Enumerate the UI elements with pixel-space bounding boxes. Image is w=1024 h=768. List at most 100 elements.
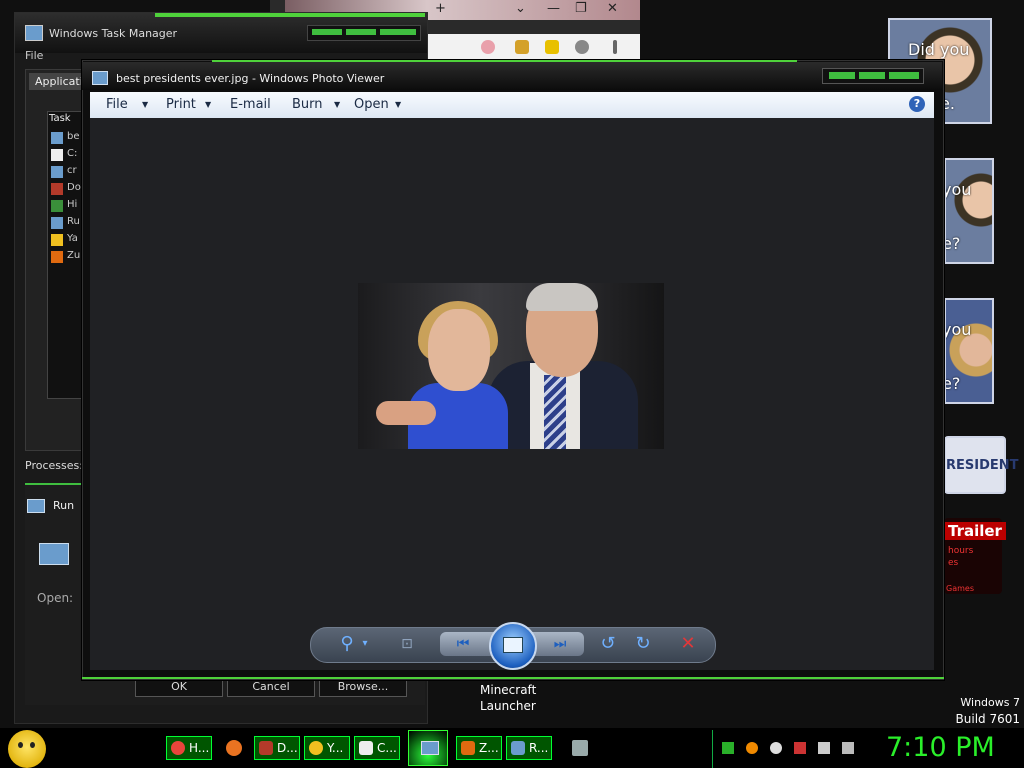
photo-viewer-menubar: File ▼ Print ▼ E-mail Burn ▼ Open ▼ (90, 92, 934, 119)
taskbar-item-firefox[interactable] (222, 736, 246, 760)
taskbar-item-7zip[interactable]: C... (354, 736, 400, 760)
chevron-down-icon[interactable]: ▼ (334, 100, 340, 109)
taskbar-item-yahoo[interactable]: Y... (304, 736, 350, 760)
start-button[interactable] (8, 730, 46, 768)
search-icon[interactable] (746, 742, 758, 754)
new-tab-icon[interactable]: + (435, 1, 446, 16)
taskbar-label: C... (377, 741, 397, 755)
chevron-down-icon[interactable]: ▼ (142, 100, 148, 109)
bookmark-icon[interactable] (545, 40, 559, 54)
task-label: C: (67, 148, 78, 159)
restore-icon[interactable]: ❐ (575, 1, 587, 16)
run-title: Run (53, 499, 75, 512)
next-icon[interactable]: ⏭ (551, 636, 569, 652)
taskbar-item-monitor[interactable] (568, 736, 592, 760)
taskbar-item-photo-viewer[interactable] (408, 730, 448, 766)
taskbar-label: R... (529, 741, 549, 755)
trailer-ad[interactable]: Trailer hours es Games (944, 518, 1006, 594)
extension-icon[interactable] (515, 40, 529, 54)
taskbar-item-document[interactable]: D... (254, 736, 300, 760)
taskbar-item-run[interactable]: R... (506, 736, 552, 760)
task-icon (51, 217, 63, 229)
icon-label-line1: Minecraft (480, 683, 537, 697)
displayed-photo[interactable] (358, 283, 664, 449)
profile-icon[interactable] (575, 40, 589, 54)
menu-print[interactable]: Print (166, 97, 196, 112)
caption-buttons[interactable] (822, 68, 924, 84)
menu-file[interactable]: File (106, 97, 128, 112)
close-button[interactable] (889, 72, 919, 79)
task-label: cr (67, 165, 77, 176)
game-icon (461, 741, 475, 755)
task-label: Ru (67, 216, 80, 227)
taskbar-item-chrome[interactable]: H... (166, 736, 212, 760)
president-banner[interactable]: RESIDENT (944, 436, 1019, 494)
maximize-button[interactable] (859, 72, 885, 79)
rotate-clockwise-icon[interactable]: ↻ (634, 635, 652, 653)
task-label: Hi (67, 199, 78, 210)
chevron-down-icon[interactable]: ▼ (205, 100, 211, 109)
browse-button[interactable]: Browse... (319, 679, 407, 697)
trailer-line3: Games (946, 584, 974, 593)
taskbar-item-zuma[interactable]: Z... (456, 736, 502, 760)
minimize-icon[interactable]: — (547, 1, 560, 16)
side-card-3[interactable]: you e? (944, 298, 994, 404)
version-line1: Windows 7 (960, 696, 1020, 709)
trailer-line1: hours (948, 546, 974, 556)
task-icon (51, 132, 63, 144)
fit-to-window-icon[interactable]: ⊡ (398, 636, 416, 652)
slideshow-button[interactable] (489, 622, 537, 670)
tab-list-icon[interactable]: ⌄ (515, 1, 526, 16)
menu-icon[interactable] (613, 40, 617, 54)
ok-button[interactable]: OK (135, 679, 223, 697)
photo-viewer-icon (421, 741, 439, 755)
task-icon (51, 166, 63, 178)
banner-text: RESIDENT (946, 458, 1019, 473)
menu-file[interactable]: File (25, 49, 43, 62)
desktop-icon-minecraft-launcher[interactable]: Minecraft Launcher (480, 682, 536, 714)
task-manager-caption-buttons[interactable] (307, 25, 421, 41)
monitor-icon (572, 740, 588, 756)
cancel-button[interactable]: Cancel (227, 679, 315, 697)
clock[interactable]: 7:10 PM (886, 732, 995, 763)
zoom-dropdown-icon[interactable]: ▾ (356, 636, 374, 652)
previous-icon[interactable]: ⏮ (454, 636, 472, 652)
run-icon (27, 499, 45, 513)
taskbar-label: Z... (479, 741, 499, 755)
flag-icon[interactable] (481, 40, 495, 54)
task-icon (51, 251, 63, 263)
volume-icon[interactable] (842, 742, 854, 754)
green-square-icon[interactable] (722, 742, 734, 754)
chevron-down-icon[interactable]: ▼ (395, 100, 401, 109)
menu-burn[interactable]: Burn (292, 97, 323, 112)
smiley-icon[interactable] (770, 742, 782, 754)
task-manager-title: Windows Task Manager (49, 27, 178, 40)
icon-label-line2: Launcher (480, 699, 536, 713)
task-label: Zu (67, 250, 81, 261)
side-card-2[interactable]: you e? (944, 158, 994, 264)
task-icon (51, 200, 63, 212)
help-icon[interactable]: ? (909, 96, 925, 112)
archive-icon (359, 741, 373, 755)
task-column-header[interactable]: Task (49, 113, 71, 124)
menu-open[interactable]: Open (354, 97, 389, 112)
task-manager-icon (25, 25, 43, 41)
taskbar-label: Y... (327, 741, 344, 755)
run-icon (511, 741, 525, 755)
rotate-counterclockwise-icon[interactable]: ↺ (599, 635, 617, 653)
zoom-icon[interactable]: ⚲ (338, 635, 356, 653)
task-icon (51, 234, 63, 246)
minimize-button[interactable] (829, 72, 855, 79)
menu-email[interactable]: E-mail (230, 97, 271, 112)
task-label: be (67, 131, 80, 142)
delete-icon[interactable]: ✕ (679, 635, 697, 653)
trailer-title: Trailer (944, 522, 1006, 540)
card-line1: Did you (908, 40, 970, 59)
flag-icon[interactable] (794, 742, 806, 754)
task-icon (51, 149, 63, 161)
windows-version-watermark: Windows 7 Build 7601 (950, 694, 1020, 728)
card-line2: e? (946, 234, 961, 253)
network-icon[interactable] (818, 742, 830, 754)
close-icon[interactable]: ✕ (607, 1, 618, 16)
chrome-icon (171, 741, 185, 755)
